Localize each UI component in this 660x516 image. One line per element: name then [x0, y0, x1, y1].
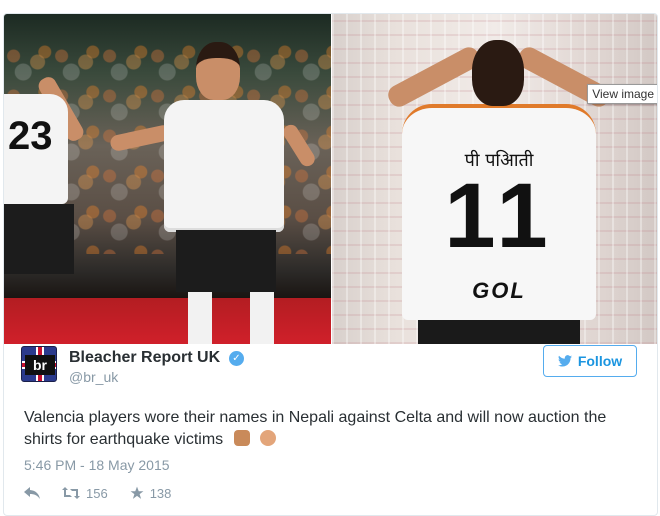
teammate-number: 23 — [8, 114, 53, 158]
photo-left[interactable]: 23 — [4, 14, 331, 344]
favorite-count: 138 — [149, 485, 172, 501]
avatar[interactable]: br — [21, 346, 57, 382]
shirt-number: 11 — [444, 165, 554, 267]
follow-label: Follow — [577, 353, 623, 369]
follow-button[interactable]: Follow — [543, 345, 637, 377]
tweet-text: Valencia players wore their names in Nep… — [24, 407, 644, 451]
retweet-icon — [62, 487, 80, 499]
display-name[interactable]: Bleacher Report UK — [69, 349, 220, 367]
twitter-bird-icon — [557, 355, 572, 367]
favorite-button[interactable]: 138 — [130, 485, 172, 501]
view-image-tooltip[interactable]: View image — [587, 84, 657, 104]
shirt-sponsor: GOL — [472, 278, 526, 303]
retweet-button[interactable]: 156 — [62, 486, 108, 501]
thumbs-up-emoji-icon — [233, 430, 250, 446]
star-icon — [130, 486, 144, 499]
handle[interactable]: @br_uk — [69, 369, 118, 385]
retweet-count: 156 — [86, 485, 108, 501]
tweet-body: Valencia players wore their names in Nep… — [24, 409, 607, 448]
timestamp[interactable]: 5:46 PM - 18 May 2015 — [24, 457, 170, 473]
tweet-card: 23 पी पआिती 11 GOL View image br Bleache… — [3, 13, 658, 516]
photo-right[interactable]: पी पआिती 11 GOL View image — [332, 14, 657, 344]
avatar-logo-text: br — [25, 355, 55, 375]
reply-button[interactable] — [24, 487, 40, 499]
verified-icon: ✓ — [229, 351, 244, 366]
teammate-figure: 23 — [4, 74, 87, 344]
media-grid[interactable]: 23 पी पआिती 11 GOL View image — [4, 14, 657, 344]
back-view-player-figure: पी पआिती 11 GOL — [384, 26, 614, 344]
tweet-actions: 156 138 — [24, 483, 193, 503]
reply-icon — [24, 487, 40, 499]
celebrating-player-figure — [109, 42, 318, 344]
clapping-hands-emoji-icon — [260, 430, 277, 446]
tweet-header: br Bleacher Report UK ✓ @br_uk Follow — [21, 341, 641, 389]
